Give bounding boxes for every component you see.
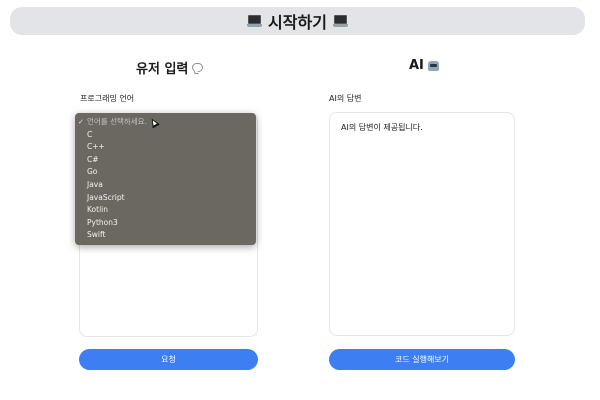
ai-answer-box: AI의 답변이 제공됩니다. xyxy=(329,112,515,336)
dropdown-option-python3[interactable]: Python3 xyxy=(75,217,256,230)
laptop-icon xyxy=(247,15,263,27)
run-code-button[interactable]: 코드 실행해보기 xyxy=(329,349,515,370)
language-label: 프로그래밍 언어 xyxy=(80,94,135,103)
dropdown-option-go[interactable]: Go xyxy=(75,166,256,179)
robot-icon xyxy=(427,60,439,71)
dropdown-option-javascript[interactable]: JavaScript xyxy=(75,192,256,205)
dropdown-option-c[interactable]: C xyxy=(75,129,256,142)
dropdown-placeholder-text: 언어를 선택하세요. xyxy=(87,117,147,126)
dropdown-option-cpp[interactable]: C++ xyxy=(75,141,256,154)
request-button[interactable]: 요청 xyxy=(79,349,258,370)
ai-title: AI xyxy=(409,58,439,73)
user-input-title: 유저 입력 xyxy=(136,58,204,77)
page-title: 시작하기 xyxy=(268,13,327,32)
ai-answer-text: AI의 답변이 제공됩니다. xyxy=(341,123,423,132)
dropdown-option-swift[interactable]: Swift xyxy=(75,229,256,242)
language-dropdown-menu[interactable]: ✓ 언어를 선택하세요. C C++ C# Go Java JavaScript… xyxy=(75,113,256,245)
speech-bubble-icon xyxy=(192,63,204,72)
checkmark-icon: ✓ xyxy=(78,118,84,126)
laptop-icon xyxy=(332,15,348,27)
ai-answer-label: AI의 답변 xyxy=(329,94,362,103)
page-header: 시작하기 xyxy=(10,7,585,35)
dropdown-placeholder-option[interactable]: ✓ 언어를 선택하세요. xyxy=(75,116,256,129)
dropdown-option-csharp[interactable]: C# xyxy=(75,154,256,167)
dropdown-option-java[interactable]: Java xyxy=(75,179,256,192)
ai-title-text: AI xyxy=(409,58,424,73)
user-input-title-text: 유저 입력 xyxy=(136,62,189,77)
dropdown-option-kotlin[interactable]: Kotlin xyxy=(75,204,256,217)
